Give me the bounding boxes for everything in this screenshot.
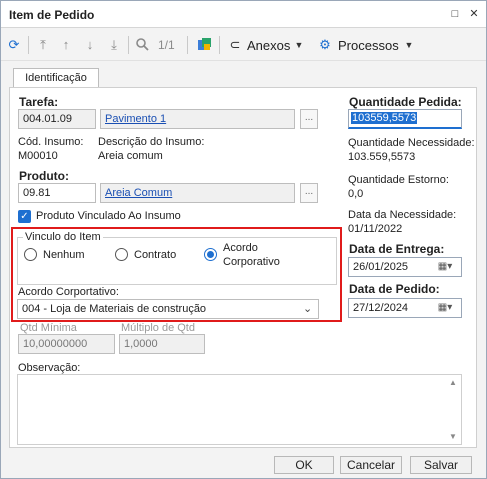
qtd-pedida-field[interactable]: 103559,5573	[348, 109, 462, 129]
chevron-down-icon[interactable]: ▼	[291, 37, 307, 53]
previous-record-icon[interactable]: ↑	[58, 37, 74, 53]
first-record-icon[interactable]: ⤒	[35, 37, 51, 53]
qtd-minima-label: Qtd Mínima	[20, 322, 77, 334]
anexos-menu[interactable]: Anexos	[247, 38, 290, 53]
toolbar-divider	[187, 36, 188, 54]
search-icon[interactable]	[134, 37, 150, 53]
cod-insumo-label: Cód. Insumo:	[18, 136, 84, 148]
gear-icon[interactable]: ⚙	[317, 37, 333, 53]
tarefa-lookup-button[interactable]: ...	[300, 109, 318, 129]
cancel-button[interactable]: Cancelar	[340, 456, 402, 474]
acordo-label: Acordo Corportativo:	[18, 286, 119, 298]
data-entrega-label: Data de Entrega:	[349, 242, 445, 256]
qtd-minima-field: 10,00000000	[18, 334, 115, 354]
radio-acordo-corporativo[interactable]	[204, 248, 217, 261]
produto-name-link[interactable]: Areia Comum	[105, 187, 172, 199]
radio-nenhum[interactable]	[24, 248, 37, 261]
refresh-icon[interactable]: ⟳	[6, 37, 22, 53]
produto-lookup-button[interactable]: ...	[300, 183, 318, 203]
title-bar: Item de Pedido □ ✕	[1, 1, 486, 28]
toolbar: ⟳ ⤒ ↑ ↓ ⤓ 1/1 ⊂ Anexos ▼ ⚙ Processos ▼	[1, 29, 486, 61]
qtd-pedida-label: Quantidade Pedida:	[349, 95, 462, 109]
tarefa-name-field[interactable]: Pavimento 1	[100, 109, 295, 129]
radio-contrato-label: Contrato	[134, 249, 177, 261]
multiplo-field: 1,0000	[119, 334, 205, 354]
paperclip-icon[interactable]: ⊂	[227, 37, 243, 53]
toolbar-divider	[128, 36, 129, 54]
radio-contrato[interactable]	[115, 248, 128, 261]
qtd-estorno-value: 0,0	[348, 188, 364, 200]
observacao-label: Observação:	[18, 362, 81, 374]
qtd-necessidade-value: 103.559,5573	[348, 151, 416, 163]
observacao-textarea[interactable]	[17, 374, 462, 445]
item-pedido-window: Item de Pedido □ ✕ ⟳ ⤒ ↑ ↓ ⤓ 1/1 ⊂ Anexo…	[0, 0, 487, 479]
desc-insumo-value: Areia comum	[98, 150, 163, 162]
calendar-icon[interactable]: ▦▾	[432, 258, 458, 276]
toolbar-divider	[219, 36, 220, 54]
qtd-necessidade-label: Quantidade Necessidade:	[348, 137, 475, 149]
produto-vinculado-label: Produto Vinculado Ao Insumo	[36, 210, 181, 222]
qtd-pedida-value: 103559,5573	[351, 112, 418, 124]
calendar-icon[interactable]: ▦▾	[432, 299, 458, 317]
window-title: Item de Pedido	[9, 8, 95, 22]
chevron-down-icon[interactable]: ⌄	[303, 302, 312, 315]
radio-nenhum-label: Nenhum	[43, 249, 85, 261]
desc-insumo-label: Descrição do Insumo:	[98, 136, 205, 148]
produto-name-field[interactable]: Areia Comum	[100, 183, 295, 203]
ok-button[interactable]: OK	[274, 456, 334, 474]
tarefa-label: Tarefa:	[19, 95, 59, 109]
data-pedido-value: 27/12/2024	[353, 302, 409, 314]
scroll-up-icon[interactable]: ▲	[449, 378, 457, 387]
data-entrega-value: 26/01/2025	[353, 261, 409, 273]
data-icon[interactable]	[196, 37, 212, 53]
vinculo-group	[17, 237, 337, 285]
multiplo-label: Múltiplo de Qtd	[121, 322, 195, 334]
observacao-scrollbar[interactable]: ▲ ▼	[448, 376, 460, 444]
qtd-estorno-label: Quantidade Estorno:	[348, 174, 449, 186]
next-record-icon[interactable]: ↓	[82, 37, 98, 53]
radio-acordo-label-line2: Corporativo	[223, 256, 280, 268]
close-icon[interactable]: ✕	[467, 7, 481, 21]
restore-icon[interactable]: □	[448, 7, 462, 21]
toolbar-divider	[28, 36, 29, 54]
vinculo-label: Vinculo do Item	[23, 231, 103, 243]
radio-acordo-label-line1: Acordo	[223, 242, 258, 254]
processos-menu[interactable]: Processos	[338, 38, 399, 53]
chevron-down-icon[interactable]: ▼	[401, 37, 417, 53]
data-necessidade-label: Data da Necessidade:	[348, 209, 457, 221]
produto-label: Produto:	[19, 169, 69, 183]
last-record-icon[interactable]: ⤓	[106, 37, 122, 53]
data-necessidade-value: 01/11/2022	[348, 223, 403, 235]
cod-insumo-value: M00010	[18, 150, 58, 162]
acordo-select[interactable]: 004 - Loja de Materiais de construção	[17, 299, 319, 319]
produto-code-field[interactable]: 09.81	[18, 183, 96, 203]
tarefa-code-field[interactable]: 004.01.09	[18, 109, 96, 129]
page-counter: 1/1	[158, 38, 175, 52]
produto-vinculado-checkbox[interactable]: ✓	[18, 210, 31, 223]
data-pedido-label: Data de Pedido:	[349, 282, 440, 296]
scroll-down-icon[interactable]: ▼	[449, 432, 457, 441]
save-button[interactable]: Salvar	[410, 456, 472, 474]
acordo-select-value: 004 - Loja de Materiais de construção	[22, 303, 207, 315]
tarefa-name-link[interactable]: Pavimento 1	[105, 113, 166, 125]
tab-identificacao[interactable]: Identificação	[13, 68, 99, 88]
